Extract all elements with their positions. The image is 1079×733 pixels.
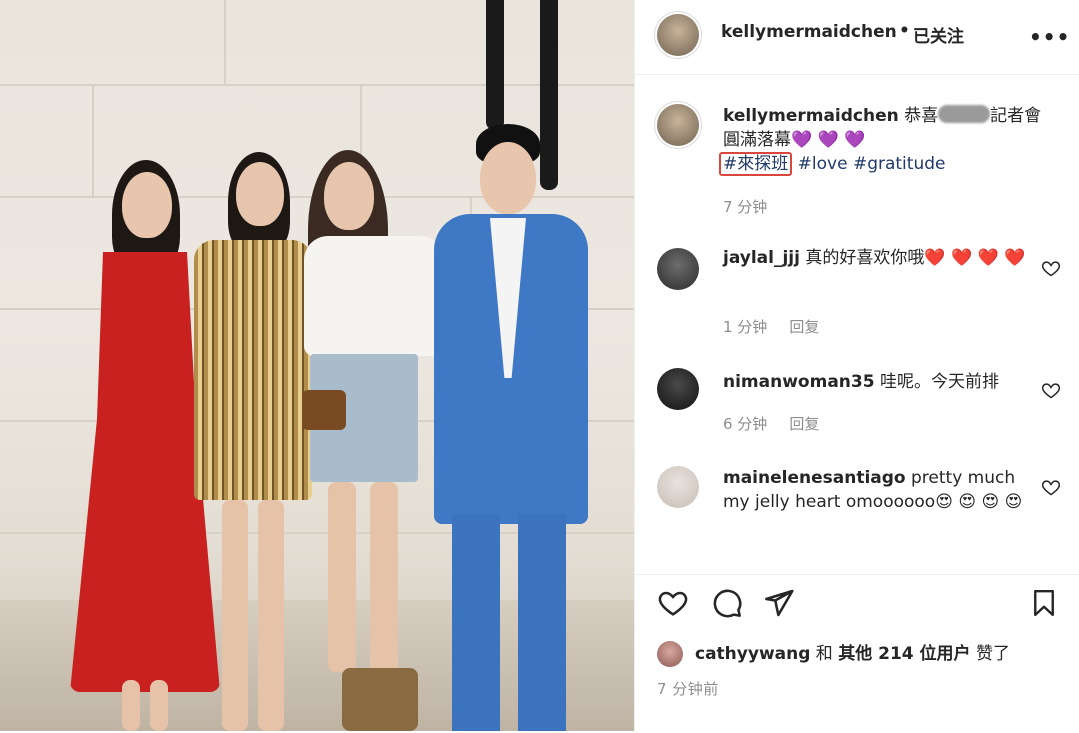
post-photo[interactable] [0,0,634,731]
hashtag-laitanban[interactable]: #來探班 [719,152,793,176]
caption-avatar[interactable] [657,104,699,146]
like-comment-icon[interactable] [1041,477,1061,497]
more-options-icon[interactable]: ••• [1029,25,1070,49]
caption: kellymermaidchen 恭喜 記者會圓滿落幕💜 💜 💜 #來探班 #lo… [719,104,1053,176]
wall-line [0,84,634,86]
comment-time: 1 分钟 [723,318,768,336]
comment-2: nimanwoman35 哇呢。今天前排 [723,370,1043,394]
author-username[interactable]: kellymermaidchen [721,22,897,42]
follow-status-button[interactable]: 已关注 [913,22,964,47]
like-comment-icon[interactable] [1041,258,1061,278]
comment-username[interactable]: nimanwoman35 [723,372,875,392]
likes-others-link[interactable]: 其他 214 位用户 [838,644,970,664]
hashtag-gratitude[interactable]: #gratitude [853,154,946,174]
comment-meta: 1 分钟 回复 [723,316,819,337]
comment-icon[interactable] [711,587,743,619]
likes-summary: cathyywang 和 其他 214 位用户 赞了 [695,639,1010,664]
post-timestamp: 7 分钟前 [657,680,719,698]
scroll-fade [635,540,1079,574]
post-actions: cathyywang 和 其他 214 位用户 赞了 7 分钟前 [635,574,1079,733]
comment-time: 6 分钟 [723,415,768,433]
like-icon[interactable] [657,587,689,619]
likes-text-end: 赞了 [975,644,1010,664]
comment-username[interactable]: jaylal_jjj [723,248,800,268]
comment-1: jaylal_jjj 真的好喜欢你哦❤️ ❤️ ❤️ ❤️ [723,246,1043,270]
redacted-name [938,105,991,123]
like-comment-icon[interactable] [1041,380,1061,400]
person-blue-suit [432,124,592,731]
wall-seam [224,0,226,84]
hashtag-love[interactable]: #love [798,154,848,174]
separator-dot: • [899,21,910,41]
comment-username[interactable]: mainelenesantiago [723,468,906,488]
likes-text-mid: 和 [815,644,833,664]
post-header: kellymermaidchen • 已关注 ••• [635,0,1079,75]
reply-button[interactable]: 回复 [789,318,819,336]
comment-body: 哇呢。今天前排 [879,372,999,392]
comment-avatar[interactable] [657,248,699,290]
share-icon[interactable] [763,587,795,619]
caption-username[interactable]: kellymermaidchen [723,106,899,126]
save-icon[interactable] [1029,587,1059,619]
comment-meta: 6 分钟 回复 [723,413,819,434]
liker-avatar[interactable] [657,641,683,667]
caption-time: 7 分钟 [723,198,768,216]
comment-avatar[interactable] [657,368,699,410]
purple-hearts: 💜 💜 💜 [791,130,866,150]
comment-body: 真的好喜欢你哦❤️ ❤️ ❤️ ❤️ [805,248,1026,268]
post-sidebar: kellymermaidchen • 已关注 ••• kellymermaidc… [634,0,1079,733]
reply-button[interactable]: 回复 [789,415,819,433]
person-white-top [300,150,446,731]
person-gold-dress [188,152,318,731]
caption-text-before: 恭喜 [904,106,939,126]
author-avatar[interactable] [657,14,699,56]
comment-avatar[interactable] [657,466,699,508]
liker-username[interactable]: cathyywang [695,644,810,664]
wall-sconce [486,0,504,130]
comment-3: mainelenesantiago pretty much my jelly h… [723,466,1043,514]
